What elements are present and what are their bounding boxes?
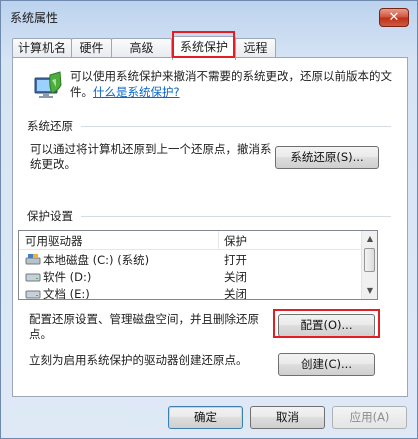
drive-protection-status: 打开 [224,253,247,267]
system-protection-panel: 可以使用系统保护来撤消不需要的系统更改，还原以前版本的文件。什么是系统保护? 系… [12,57,408,397]
tab-computer-name[interactable]: 计算机名 [12,38,72,59]
create-button[interactable]: 创建(C)... [278,353,375,376]
system-restore-button[interactable]: 系统还原(S)... [275,146,379,169]
drive-name: 文档 (E:) [43,287,90,300]
intro-text: 可以使用系统保护来撤消不需要的系统更改，还原以前版本的文件。什么是系统保护? [70,68,400,100]
close-button[interactable]: ✕ [379,8,409,27]
drive-name: 本地磁盘 (C:) (系统) [43,253,150,267]
list-item[interactable]: 软件 (D:) 关闭 [19,268,362,285]
vertical-scrollbar[interactable]: ▲ ▼ [361,231,377,299]
ok-button[interactable]: 确定 [168,406,243,429]
column-header-protection[interactable]: 保护 [224,233,247,249]
list-item[interactable]: 本地磁盘 (C:) (系统) 打开 [19,251,362,268]
list-header: 可用驱动器 保护 [19,231,362,250]
configure-button[interactable]: 配置(O)... [278,314,375,337]
tab-advanced[interactable]: 高级 [111,38,172,59]
restore-section-label: 系统还原 [27,118,77,134]
scroll-up-icon[interactable]: ▲ [362,231,377,247]
configure-description: 配置还原设置、管理磁盘空间，并且删除还原点。 [29,312,259,341]
help-link[interactable]: 什么是系统保护? [93,85,180,99]
system-drive-icon [25,254,41,265]
protection-section-label: 保护设置 [27,208,77,224]
drive-protection-status: 关闭 [224,287,247,300]
system-properties-window: 系统属性 ✕ 计算机名 硬件 高级 系统保护 远程 可以使用系统保护来撤消不需要… [0,0,418,439]
window-title: 系统属性 [10,11,59,25]
apply-button[interactable]: 应用(A) [332,406,407,429]
title-bar[interactable]: 系统属性 ✕ [1,1,417,31]
cancel-button[interactable]: 取消 [250,406,325,429]
divider [81,216,391,217]
divider [81,126,391,127]
tab-system-protection[interactable]: 系统保护 [172,36,236,60]
scroll-thumb[interactable] [364,248,375,272]
tab-remote[interactable]: 远程 [235,38,276,59]
drive-name: 软件 (D:) [43,270,92,284]
restore-description: 可以通过将计算机还原到上一个还原点，撤消系统更改。 [30,142,272,171]
system-protection-icon [34,71,62,98]
drive-list[interactable]: 可用驱动器 保护 本地磁盘 (C:) (系统) 打开 软件 (D:) 关闭 文档… [18,230,378,300]
list-item[interactable]: 文档 (E:) 关闭 [19,285,362,300]
tab-hardware[interactable]: 硬件 [71,38,112,59]
drive-icon [25,290,41,299]
drive-protection-status: 关闭 [224,270,247,284]
drive-icon [25,273,41,282]
create-description: 立刻为启用系统保护的驱动器创建还原点。 [29,353,248,367]
close-icon: ✕ [388,10,400,25]
column-header-drives[interactable]: 可用驱动器 [25,233,83,249]
column-separator [218,231,219,250]
scroll-down-icon[interactable]: ▼ [362,283,377,299]
